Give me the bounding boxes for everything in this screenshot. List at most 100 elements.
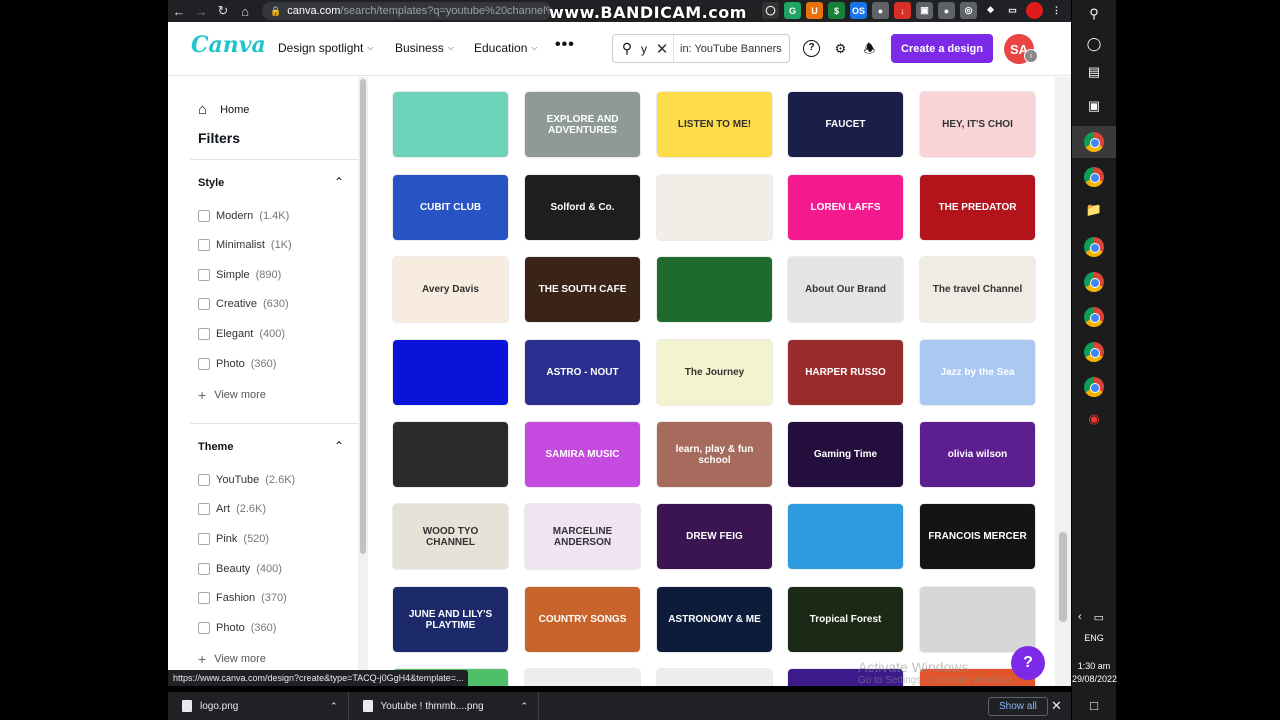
checkbox[interactable] <box>198 239 210 251</box>
checkbox[interactable] <box>198 563 210 575</box>
extension-icon[interactable]: ● <box>938 2 955 19</box>
filter-theme-beauty[interactable]: Beauty (400) <box>198 563 282 575</box>
extension-icon[interactable]: ↓ <box>894 2 911 19</box>
task-view-icon[interactable]: ▤ <box>1072 64 1116 80</box>
checkbox[interactable] <box>198 269 210 281</box>
puzzle-icon[interactable]: ❖ <box>982 2 999 19</box>
checkbox[interactable] <box>198 328 210 340</box>
folder-icon[interactable]: 📁 <box>1072 202 1116 218</box>
filter-theme-fashion[interactable]: Fashion (370) <box>198 592 287 604</box>
notifications-icon[interactable]: □ <box>1072 698 1116 713</box>
filter-style-minimalist[interactable]: Minimalist (1K) <box>198 239 292 251</box>
template-card[interactable] <box>393 340 508 405</box>
extension-icon[interactable]: ▣ <box>916 2 933 19</box>
kebab-menu-icon[interactable]: ⋮ <box>1048 2 1065 19</box>
download-item[interactable]: logo.png ⌃ <box>168 692 349 720</box>
template-card[interactable]: The Journey <box>657 340 772 405</box>
template-card[interactable] <box>657 669 772 686</box>
search-input[interactable]: y <box>641 42 651 56</box>
theme-view-more[interactable]: + View more <box>198 651 266 667</box>
clock[interactable]: 1:30 am 29/08/2022 <box>1072 660 1117 685</box>
nav-education[interactable]: Education ⌵ <box>474 41 537 55</box>
home-icon[interactable]: ⌂ <box>234 4 256 19</box>
chrome-icon[interactable] <box>1084 132 1104 152</box>
template-card[interactable] <box>657 175 772 240</box>
extension-icon[interactable]: ● <box>872 2 889 19</box>
template-card[interactable]: JUNE AND LILY'S PLAYTIME <box>393 587 508 652</box>
scrollbar-thumb[interactable] <box>1059 532 1067 622</box>
extension-icon[interactable]: U <box>806 2 823 19</box>
canva-logo[interactable]: Canva <box>191 32 266 58</box>
nav-design-spotlight[interactable]: Design spotlight ⌵ <box>278 41 373 55</box>
template-card[interactable]: learn, play & fun school <box>657 422 772 487</box>
extension-icon[interactable]: G <box>784 2 801 19</box>
chrome-icon[interactable] <box>1084 342 1104 362</box>
extension-icon[interactable]: ◯ <box>762 2 779 19</box>
nav-business[interactable]: Business ⌵ <box>395 41 454 55</box>
theme-group-title[interactable]: Theme <box>198 441 233 453</box>
filter-theme-photo[interactable]: Photo (360) <box>198 622 276 634</box>
template-card[interactable]: MARCELINE ANDERSON <box>525 504 640 569</box>
template-card[interactable]: FAUCET <box>788 92 903 157</box>
record-icon[interactable]: ◉ <box>1072 411 1116 427</box>
template-card[interactable]: About Our Brand <box>788 257 903 322</box>
chevron-up-icon[interactable]: ⌃ <box>330 701 338 712</box>
template-card[interactable] <box>393 422 508 487</box>
template-card[interactable]: DREW FEIG <box>657 504 772 569</box>
checkbox[interactable] <box>198 533 210 545</box>
extension-icon[interactable]: ◎ <box>960 2 977 19</box>
sidebar-scrollbar[interactable] <box>358 77 368 686</box>
filter-style-modern[interactable]: Modern (1.4K) <box>198 210 289 222</box>
help-icon[interactable]: ? <box>803 40 820 57</box>
checkbox[interactable] <box>198 622 210 634</box>
chevron-left-icon[interactable]: ‹ <box>1078 611 1082 624</box>
template-card[interactable]: ASTRO - NOUT <box>525 340 640 405</box>
template-card[interactable]: Avery Davis <box>393 257 508 322</box>
address-bar[interactable]: 🔒 canva.com/search/templates?q=youtube%2… <box>262 2 552 20</box>
template-card[interactable]: olivia wilson <box>920 422 1035 487</box>
checkbox[interactable] <box>198 210 210 222</box>
show-all-button[interactable]: Show all <box>988 697 1048 716</box>
main-scrollbar[interactable] <box>1055 77 1071 686</box>
template-card[interactable]: The travel Channel <box>920 257 1035 322</box>
search-box[interactable]: ⚲ y ✕ in: YouTube Banners <box>612 34 790 63</box>
filter-style-elegant[interactable]: Elegant (400) <box>198 328 285 340</box>
cortana-icon[interactable]: ◯ <box>1072 36 1116 52</box>
chrome-icon[interactable] <box>1084 307 1104 327</box>
checkbox[interactable] <box>198 503 210 515</box>
template-card[interactable] <box>788 504 903 569</box>
template-card[interactable]: SAMIRA MUSIC <box>525 422 640 487</box>
style-view-more[interactable]: + View more <box>198 387 266 403</box>
chevron-up-icon[interactable]: ⌃ <box>521 701 529 712</box>
template-card[interactable] <box>525 669 640 686</box>
settings-gear-icon[interactable]: ⚙ <box>832 40 849 57</box>
chevron-up-icon[interactable]: ⌃ <box>334 439 344 453</box>
template-card[interactable]: ASTRONOMY & ME <box>657 587 772 652</box>
template-card[interactable]: LOREN LAFFS <box>788 175 903 240</box>
split-view-icon[interactable]: ▭ <box>1004 2 1021 19</box>
template-card[interactable]: HEY, IT'S CHOI <box>920 92 1035 157</box>
template-card[interactable] <box>393 92 508 157</box>
template-card[interactable]: Gaming Time <box>788 422 903 487</box>
download-item[interactable]: Youtube ! thmmb....png ⌃ <box>349 692 540 720</box>
chrome-icon[interactable] <box>1084 167 1104 187</box>
create-design-button[interactable]: Create a design <box>891 34 993 63</box>
scrollbar-thumb[interactable] <box>360 79 366 554</box>
template-card[interactable]: Jazz by the Sea <box>920 340 1035 405</box>
network-icon[interactable]: ▭ <box>1094 611 1104 624</box>
template-card[interactable]: EXPLORE AND ADVENTURES <box>525 92 640 157</box>
chevron-up-icon[interactable]: ⌃ <box>334 175 344 189</box>
template-card[interactable] <box>657 257 772 322</box>
extension-icon[interactable]: $ <box>828 2 845 19</box>
app-icon[interactable]: ▣ <box>1072 98 1116 114</box>
extension-icon[interactable]: OS <box>850 2 867 19</box>
back-icon[interactable]: ← <box>168 4 190 19</box>
chrome-icon[interactable] <box>1084 272 1104 292</box>
sidebar-item-home[interactable]: ⌂ Home <box>198 101 249 118</box>
template-card[interactable]: Tropical Forest <box>788 587 903 652</box>
template-card[interactable]: Solford & Co. <box>525 175 640 240</box>
notifications-bell-icon[interactable]: 🕭 <box>861 40 878 57</box>
template-card[interactable]: COUNTRY SONGS <box>525 587 640 652</box>
chrome-icon[interactable] <box>1084 377 1104 397</box>
template-card[interactable]: CUBIT CLUB <box>393 175 508 240</box>
